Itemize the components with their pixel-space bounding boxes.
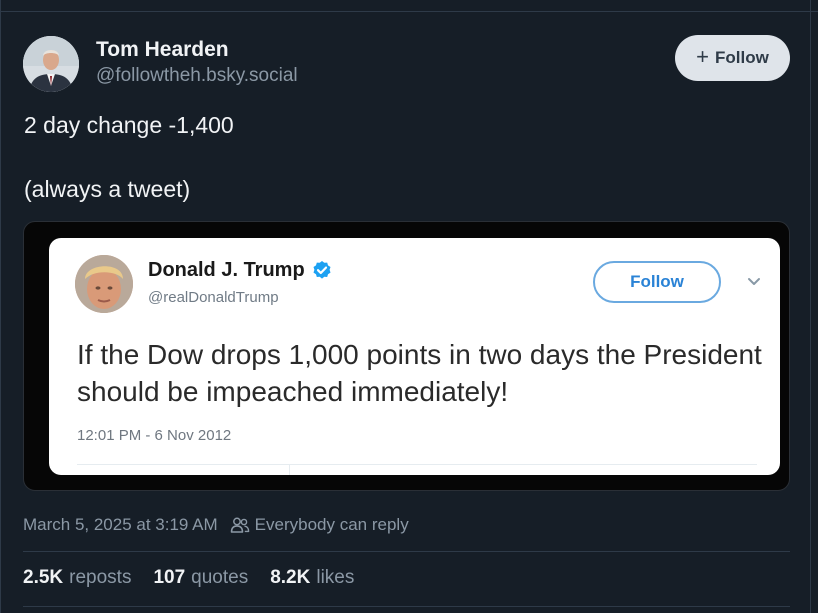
divider <box>23 551 790 552</box>
embedded-image[interactable]: Donald J. Trump @realDonaldTrump Follow … <box>23 221 790 491</box>
follow-button-label: Follow <box>715 48 769 67</box>
divider <box>23 606 790 607</box>
tweet-timestamp: 12:01 PM - 6 Nov 2012 <box>77 427 232 444</box>
likes-count: 8.2K <box>270 567 311 588</box>
chevron-down-icon <box>748 278 760 285</box>
likes-stat[interactable]: 8.2K likes <box>270 566 354 590</box>
tweet-author-name: Donald J. Trump <box>148 258 332 282</box>
likes-label: likes <box>316 567 355 588</box>
tweet-author-name-text: Donald J. Trump <box>148 259 305 281</box>
tweet-follow-button: Follow <box>593 261 721 303</box>
follow-button[interactable]: + Follow <box>675 35 790 81</box>
post-thread-page: Tom Hearden @followtheh.bsky.social + Fo… <box>0 0 818 613</box>
previous-post-edge <box>0 0 818 12</box>
quotes-count: 107 <box>153 567 186 588</box>
engagement-stats: 2.5K reposts 107 quotes 8.2K likes <box>23 566 376 590</box>
post-timestamp[interactable]: March 5, 2025 at 3:19 AM <box>23 514 218 536</box>
tweet-text: If the Dow drops 1,000 points in two day… <box>77 339 762 407</box>
verified-badge-icon <box>313 261 331 279</box>
post-text-line: (always a tweet) <box>24 176 191 202</box>
quotes-stat[interactable]: 107 quotes <box>153 566 248 590</box>
reposts-count: 2.5K <box>23 567 64 588</box>
plus-icon: + <box>696 44 710 69</box>
post-meta: March 5, 2025 at 3:19 AM Everybody can r… <box>23 514 409 536</box>
left-border <box>0 0 1 613</box>
reposts-label: reposts <box>69 567 132 588</box>
tweet-author-handle: @realDonaldTrump <box>148 289 279 306</box>
author-avatar[interactable] <box>23 36 79 92</box>
tweet-author-avatar <box>75 255 133 313</box>
reply-setting[interactable]: Everybody can reply <box>255 514 409 536</box>
tweet-divider-tick <box>289 464 290 475</box>
reposts-stat[interactable]: 2.5K reposts <box>23 566 131 590</box>
post-text-line: 2 day change -1,400 <box>24 112 234 138</box>
quotes-label: quotes <box>191 567 249 588</box>
right-border <box>810 0 811 613</box>
author-handle[interactable]: @followtheh.bsky.social <box>96 64 298 88</box>
author-name[interactable]: Tom Hearden <box>96 37 229 63</box>
tweet-divider <box>77 464 757 465</box>
people-icon <box>230 517 249 533</box>
tweet-screenshot: Donald J. Trump @realDonaldTrump Follow … <box>49 238 780 475</box>
